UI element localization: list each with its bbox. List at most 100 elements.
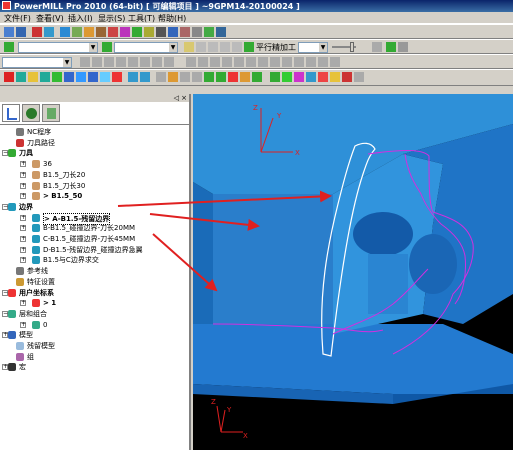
save-icon[interactable] (16, 27, 26, 37)
block-icon[interactable] (60, 27, 70, 37)
zoom-box-icon[interactable] (228, 72, 238, 82)
arc-icon[interactable] (240, 72, 250, 82)
toolpath-strategy-icon[interactable] (132, 27, 142, 37)
verify-icon[interactable] (204, 27, 214, 37)
tree-expand-icon[interactable]: + (20, 161, 26, 168)
step-icon[interactable] (208, 42, 218, 52)
menu-display[interactable]: 显示(S) (98, 13, 125, 24)
info-icon[interactable] (216, 27, 226, 37)
view-icon-16[interactable] (270, 57, 280, 67)
new-icon[interactable] (4, 27, 14, 37)
view-icon-2[interactable] (92, 57, 102, 67)
boundary-icon[interactable] (156, 27, 166, 37)
calc-icon[interactable] (28, 72, 38, 82)
tool-icon[interactable] (144, 27, 154, 37)
pan-icon[interactable] (128, 72, 138, 82)
tree-expand-icon[interactable]: + (20, 225, 26, 232)
view-icon-10[interactable] (198, 57, 208, 67)
menu-insert[interactable]: 插入(I) (68, 13, 93, 24)
toolpath-display-icon[interactable] (318, 72, 328, 82)
measure-icon[interactable] (252, 72, 262, 82)
view-icon-13[interactable] (234, 57, 244, 67)
undo-icon[interactable] (32, 27, 42, 37)
reset-view-icon[interactable] (204, 72, 214, 82)
shade-icon[interactable] (64, 72, 74, 82)
zoom-icon[interactable] (216, 72, 226, 82)
stop-icon[interactable] (220, 42, 230, 52)
leads-icon[interactable] (84, 27, 94, 37)
tool-combo[interactable]: ▼ (114, 42, 178, 53)
view-icon-20[interactable] (318, 57, 328, 67)
view-icon-7[interactable] (152, 57, 162, 67)
tree-expand-icon[interactable]: + (20, 321, 26, 328)
view-icon-1[interactable] (80, 57, 90, 67)
ncprogram-icon[interactable] (180, 27, 190, 37)
view-icon-18[interactable] (294, 57, 304, 67)
menu-help[interactable]: 帮助(H) (158, 13, 186, 24)
workplane-create-icon[interactable] (270, 72, 280, 82)
prev-icon[interactable] (180, 72, 190, 82)
view-icon-14[interactable] (246, 57, 256, 67)
toolpath-combo[interactable]: ▼ (18, 42, 98, 53)
tree-expand-icon[interactable]: + (20, 300, 26, 307)
shading-icon[interactable] (192, 72, 202, 82)
dup-icon[interactable] (40, 72, 50, 82)
view-icon-11[interactable] (210, 57, 220, 67)
strategy-combo[interactable]: ▼ (298, 42, 328, 53)
tree-expand-icon[interactable]: + (20, 171, 26, 178)
edit-icon[interactable] (16, 72, 26, 82)
view-icon-17[interactable] (282, 57, 292, 67)
view-icon-5[interactable] (128, 57, 138, 67)
view-icon-15[interactable] (258, 57, 268, 67)
section-icon[interactable] (168, 72, 178, 82)
end-point-icon[interactable] (108, 27, 118, 37)
stock-icon[interactable] (100, 72, 110, 82)
start-point-icon[interactable] (96, 27, 106, 37)
delete-icon[interactable] (4, 72, 14, 82)
close-icon[interactable]: × (181, 94, 187, 102)
view-icon-9[interactable] (186, 57, 196, 67)
tab-recycle[interactable] (42, 104, 60, 122)
colour-icon[interactable] (112, 72, 122, 82)
play-icon[interactable] (196, 42, 206, 52)
tab-web[interactable] (22, 104, 40, 122)
tree-expand-icon[interactable]: + (20, 214, 26, 221)
tree-expand-icon[interactable]: + (20, 193, 26, 200)
lock-icon[interactable] (184, 42, 194, 52)
doc-icon[interactable] (354, 72, 364, 82)
sim-tool-icon[interactable] (386, 42, 396, 52)
menu-tools[interactable]: 工具(T) (128, 13, 155, 24)
strategy-icon[interactable] (244, 42, 254, 52)
view-icon-19[interactable] (306, 57, 316, 67)
view-icon-12[interactable] (222, 57, 232, 67)
rewind-icon[interactable] (232, 42, 242, 52)
eject-icon[interactable] (372, 42, 382, 52)
view-icon-3[interactable] (104, 57, 114, 67)
clear-icon[interactable] (342, 72, 352, 82)
menu-view[interactable]: 查看(V) (36, 13, 64, 24)
tree-expand-icon[interactable]: + (20, 246, 26, 253)
menu-file[interactable]: 文件(F) (4, 13, 31, 24)
tool-view-icon[interactable] (282, 72, 292, 82)
view-combo[interactable]: ▼ (2, 57, 72, 68)
rotate-icon[interactable] (140, 72, 150, 82)
tree-expand-icon[interactable]: + (20, 257, 26, 264)
model-display-icon[interactable] (306, 72, 316, 82)
sim-close-icon[interactable] (398, 42, 408, 52)
redo-icon[interactable] (44, 27, 54, 37)
rapid-icon[interactable] (72, 27, 82, 37)
workplane-icon[interactable] (192, 27, 202, 37)
toolpath-select-icon[interactable] (4, 42, 14, 52)
view-icon-6[interactable] (140, 57, 150, 67)
boundary-display-icon[interactable] (294, 72, 304, 82)
feedrate-icon[interactable] (120, 27, 130, 37)
tree-expand-icon[interactable]: + (20, 236, 26, 242)
pattern-icon[interactable] (168, 27, 178, 37)
wire-icon[interactable] (76, 72, 86, 82)
check-icon[interactable] (52, 72, 62, 82)
highlight-icon[interactable] (330, 72, 340, 82)
panel-pin-icon[interactable]: ◁ (174, 94, 179, 102)
block-display-icon[interactable] (88, 72, 98, 82)
graphics-viewport[interactable]: X Y Z X Y Z (193, 94, 513, 450)
tab-explorer[interactable] (2, 104, 20, 122)
